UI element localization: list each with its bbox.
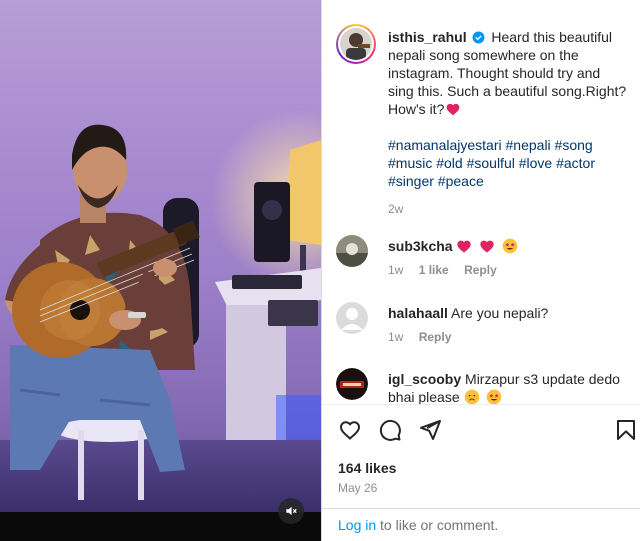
comment-username[interactable]: halahaall xyxy=(388,305,448,321)
author-username[interactable]: isthis_rahul xyxy=(388,29,467,45)
sad-face-emoji xyxy=(464,389,479,405)
likes-count[interactable]: 164 likes xyxy=(338,460,396,476)
comment-text: halahaall Are you nepali? xyxy=(388,304,626,322)
reply-button[interactable]: Reply xyxy=(464,263,497,277)
login-prompt-text: Log in to like or comment. xyxy=(338,517,498,533)
like-button[interactable] xyxy=(338,418,364,444)
mute-button[interactable] xyxy=(278,498,304,524)
comment-meta: 1w Reply xyxy=(388,330,463,344)
comment-text: igl_scooby Mirzapur s3 update dedo bhai … xyxy=(388,370,626,406)
caption-hashtags[interactable]: #namanalajyestari #nepali #song #music #… xyxy=(388,136,628,190)
heart-icon xyxy=(339,421,361,440)
comment-meta: 1w 1 like Reply xyxy=(388,263,509,277)
action-bar xyxy=(336,418,640,444)
comment-button[interactable] xyxy=(378,418,404,444)
comment-text: sub3kcha xyxy=(388,237,626,255)
share-icon xyxy=(420,420,441,440)
comment-body: Are you nepali? xyxy=(451,305,549,321)
share-button[interactable] xyxy=(418,418,444,444)
comment-emojis xyxy=(464,389,506,405)
bookmark-icon xyxy=(617,420,635,440)
login-prompt-rest: to like or comment. xyxy=(376,517,499,533)
commenter-avatar[interactable] xyxy=(336,302,368,334)
star-struck-emoji xyxy=(487,389,502,405)
red-heart-emoji xyxy=(457,240,472,253)
reply-button[interactable]: Reply xyxy=(419,330,452,344)
video-letterbox xyxy=(0,512,321,541)
login-prompt: Log in to like or comment. xyxy=(322,508,640,541)
post-age: 2w xyxy=(388,202,404,216)
comment-username[interactable]: igl_scooby xyxy=(388,371,461,387)
comment-age: 1w xyxy=(388,263,404,277)
video-frame xyxy=(0,0,321,512)
login-link[interactable]: Log in xyxy=(338,517,376,533)
comment-emojis xyxy=(456,238,521,254)
mute-icon xyxy=(286,506,297,516)
save-button[interactable] xyxy=(614,418,640,444)
verified-icon xyxy=(473,31,485,44)
comment-age: 1w xyxy=(388,330,404,344)
author-avatar[interactable] xyxy=(336,24,376,64)
post-video[interactable] xyxy=(0,0,321,541)
commenter-avatar[interactable] xyxy=(336,235,368,267)
default-avatar-icon xyxy=(336,302,368,334)
commenter-avatar[interactable] xyxy=(336,368,368,400)
red-heart-emoji xyxy=(480,240,495,253)
post-details-panel: isthis_rahul Heard this beautiful nepali… xyxy=(321,0,640,541)
star-struck-emoji xyxy=(502,238,518,254)
comment-likes[interactable]: 1 like xyxy=(419,263,449,277)
comment-username[interactable]: sub3kcha xyxy=(388,238,453,254)
post-date: May 26 xyxy=(338,481,378,495)
caption-text: isthis_rahul Heard this beautiful nepali… xyxy=(388,28,628,218)
red-heart-emoji xyxy=(446,103,460,116)
comment-icon xyxy=(379,419,401,441)
divider xyxy=(322,404,640,405)
